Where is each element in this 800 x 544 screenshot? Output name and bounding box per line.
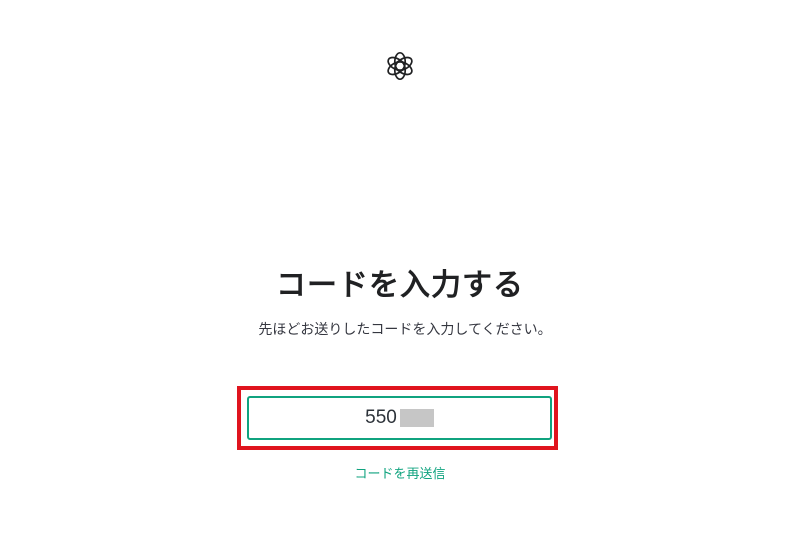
code-input-value: 550 (365, 407, 397, 428)
redacted-code-block (399, 409, 434, 427)
openai-logo-icon (384, 50, 416, 82)
page-title: コードを入力する (276, 268, 524, 303)
resend-code-link[interactable]: コードを再送信 (0, 464, 800, 486)
page-subtitle: 先ほどお送りしたコードを入力してください。 (258, 322, 552, 338)
code-input[interactable]: 550 (247, 396, 552, 440)
